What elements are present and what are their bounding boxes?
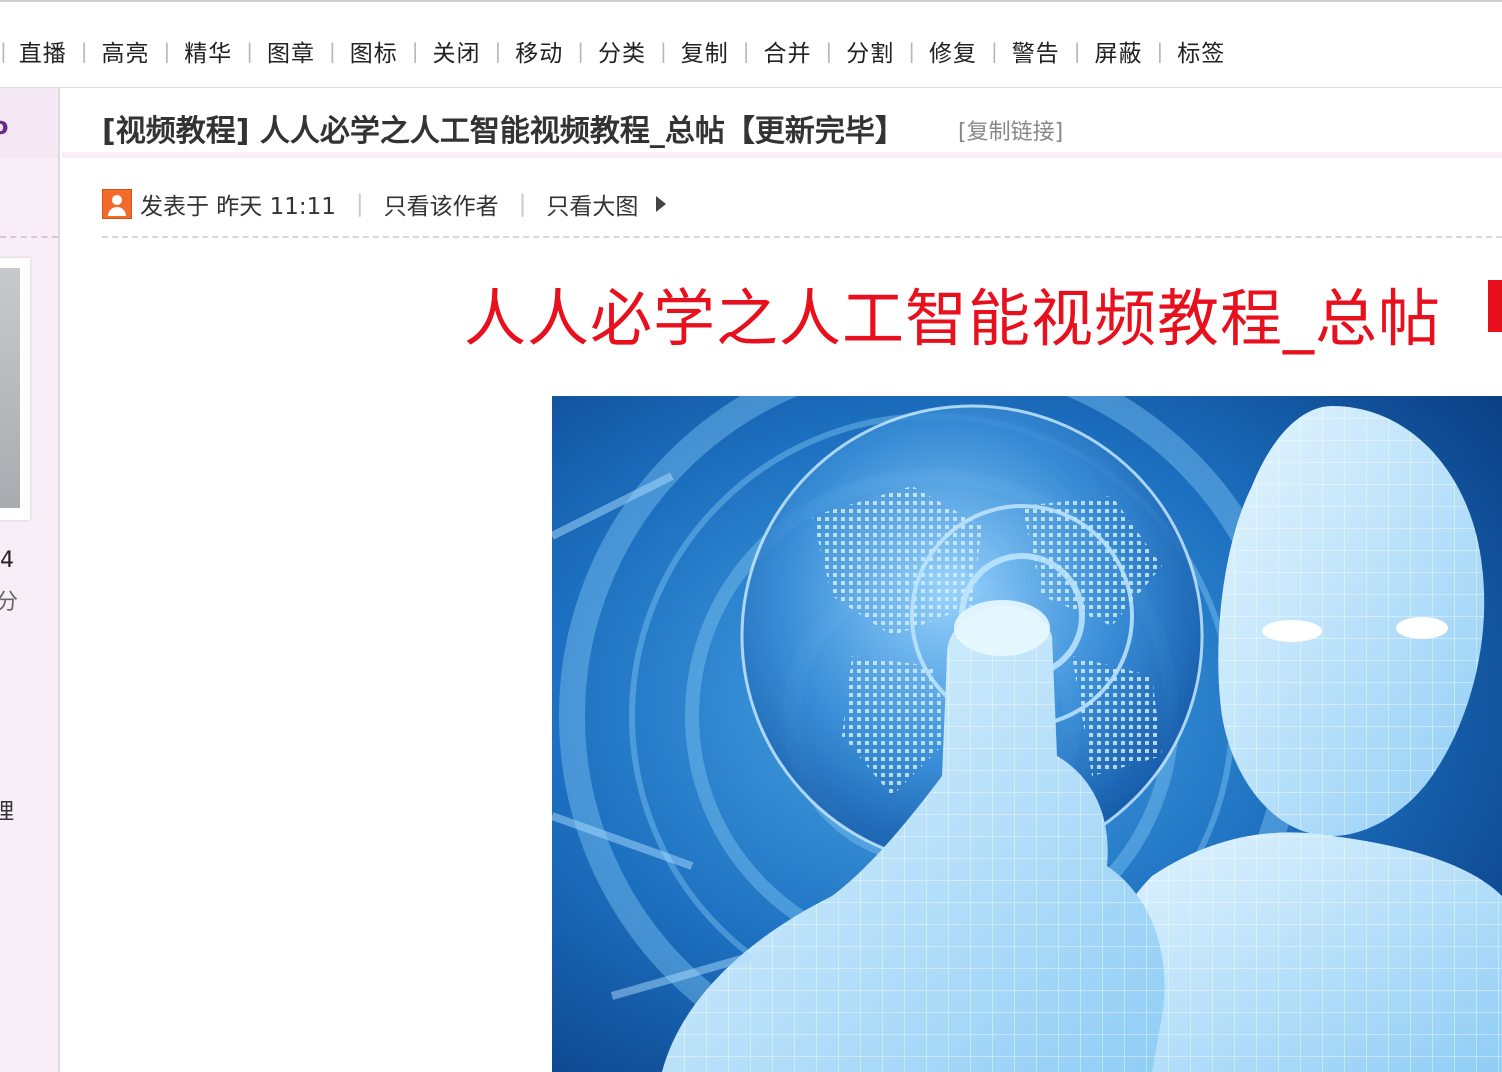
toolbar-icon-button[interactable]: 图标 [350,34,398,68]
only-large-image-link[interactable]: 只看大图 [546,187,638,221]
only-author-link[interactable]: 只看该作者 [384,187,499,221]
post-headline: 人人必学之人工智能视频教程_总帖 [464,282,1442,355]
toolbar-separator: | [825,39,833,63]
toolbar-copy-button[interactable]: 复制 [681,34,729,68]
moderation-toolbar: | 直播 | 高亮 | 精华 | 图章 | 图标 | 关闭 | 移动 | 分类 … [0,0,1502,88]
toolbar-digest-button[interactable]: 精华 [184,34,232,68]
toolbar-split-button[interactable]: 分割 [846,34,894,68]
toolbar-close-button[interactable]: 关闭 [433,34,481,68]
toolbar-separator: | [163,39,171,63]
arrow-right-icon[interactable] [656,196,667,212]
author-stat-unit: 分 [0,590,19,615]
post-time: 发表于 昨天 11:11 [140,194,336,220]
post-meta-divider [102,236,1502,238]
avatar-frame [0,258,30,520]
ai-illustration-image[interactable] [552,396,1502,1072]
user-icon [102,189,132,219]
toolbar-separator: | [246,39,253,63]
author-manage-link[interactable]: 理 [0,794,14,826]
sidebar-divider [0,236,58,238]
meta-separator: | [518,191,527,217]
toolbar-tag-button[interactable]: 标签 [1177,34,1225,68]
thread-title: [视频教程] 人人必学之人工智能视频教程_总帖【更新完毕】 [102,114,905,149]
toolbar-warn-button[interactable]: 警告 [1012,34,1060,68]
toolbar-separator: | [411,39,419,63]
toolbar-merge-button[interactable]: 合并 [764,34,812,68]
avatar[interactable] [0,268,20,508]
toolbar-separator: | [494,39,502,63]
author-stat-number: 4 [0,548,14,573]
toolbar-highlight-button[interactable]: 高亮 [102,34,150,68]
ai-illustration-svg [552,396,1502,1072]
toolbar-move-button[interactable]: 移动 [515,34,563,68]
sidebar-header: o [0,88,58,158]
toolbar-separator: | [991,39,998,63]
toolbar-separator: | [1156,39,1164,63]
toolbar-separator: | [0,39,7,63]
author-sidebar: o 4 分 理 [0,88,60,1072]
toolbar-repair-button[interactable]: 修复 [929,34,977,68]
toolbar-block-button[interactable]: 屏蔽 [1095,34,1143,68]
toolbar-separator: | [908,39,915,63]
toolbar-separator: | [1073,39,1081,63]
toolbar-separator: | [329,39,336,63]
copy-link-button[interactable]: [复制链接] [958,114,1063,146]
headline-bracket-fragment [1488,280,1502,332]
toolbar-category-button[interactable]: 分类 [598,34,646,68]
post-meta: 发表于 昨天 11:11 | 只看该作者 | 只看大图 [102,186,667,222]
toolbar-separator: | [742,39,750,63]
toolbar-separator: | [660,39,667,63]
meta-separator: | [355,191,364,217]
toolbar-separator: | [80,39,88,63]
toolbar-live-button[interactable]: 直播 [19,34,67,68]
toolbar-stamp-button[interactable]: 图章 [267,34,315,68]
toolbar-separator: | [577,39,584,63]
thread-title-bar: [视频教程] 人人必学之人工智能视频教程_总帖【更新完毕】 [复制链接] [62,88,1502,158]
toolbar-items: | 直播 | 高亮 | 精华 | 图章 | 图标 | 关闭 | 移动 | 分类 … [0,32,1225,70]
sidebar-header-text: o [0,112,9,140]
